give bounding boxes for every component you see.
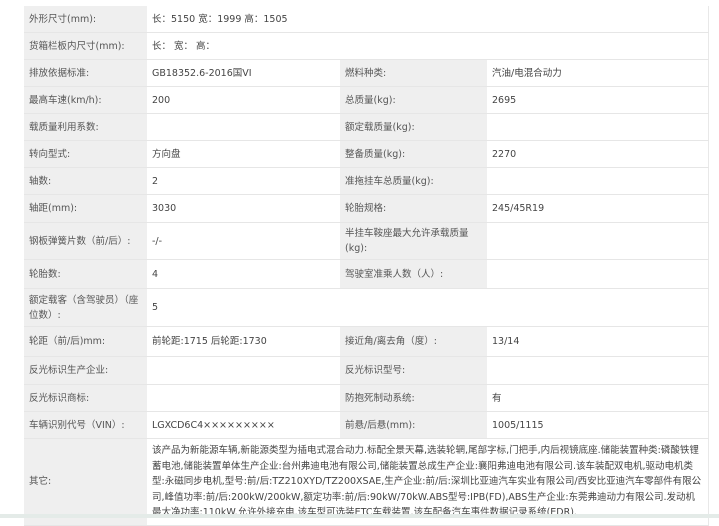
spec-label: 整备质量(kg): [340,140,487,168]
table-row: 反光标识生产企业: 反光标识型号: [24,356,709,385]
spec-value: 2 [147,167,340,195]
table-row: 车辆识别代号（VIN）: LGXCD6C4××××××××× 前悬/后悬(mm): 1… [24,411,709,439]
spec-label: 反光标识型号: [340,356,487,385]
table-row: 轮距（前/后)mm: 前轮距:1715 后轮距:1730 接近角/离去角（度）: 13… [24,326,709,357]
spec-label: 额定载客（含驾驶员）（座位数）: [24,288,147,327]
spec-label: 燃料种类: [340,59,487,87]
spec-label: 钢板弹簧片数（前/后）: [24,222,147,260]
spec-label: 轮距（前/后)mm: [24,326,147,357]
table-row: 其它: 该产品为新能源车辆,新能源类型为插电式混合动力.标配全景天幕,选装轮辋,尾… [24,438,709,526]
table-row: 反光标识商标: 防抱死制动系统: 有 [24,384,709,412]
spec-label: 最高车速(km/h): [24,86,147,114]
spec-value [487,356,709,385]
spec-label: 货箱栏板内尺寸(mm): [24,32,147,60]
spec-value: 汽油/电混合动力 [487,59,709,87]
spec-label: 轴距(mm): [24,194,147,223]
spec-value: 2270 [487,140,709,168]
spec-label: 外形尺寸(mm): [24,6,147,33]
table-row: 外形尺寸(mm): 长：5150 宽：1999 高：1505 [24,6,709,33]
spec-label: 前悬/后悬(mm): [340,411,487,439]
spec-value: 4 [147,259,340,289]
spec-label: 准拖挂车总质量(kg): [340,167,487,195]
spec-value: 1005/1115 [487,411,709,439]
spec-value: 200 [147,86,340,114]
spec-label: 防抱死制动系统: [340,384,487,412]
spec-value [487,167,709,195]
spec-value: 2695 [487,86,709,114]
spec-label: 轮胎数: [24,259,147,289]
spec-label: 反光标识生产企业: [24,356,147,385]
spec-value: 13/14 [487,326,709,357]
spec-label: 车辆识别代号（VIN）: [24,411,147,439]
spec-value: 3030 [147,194,340,223]
spec-label: 额定载质量(kg): [340,113,487,141]
spec-value [147,356,340,385]
spec-label: 排放依据标准: [24,59,147,87]
table-row: 额定载客（含驾驶员）（座位数）: 5 [24,288,709,327]
table-row: 轴数: 2 准拖挂车总质量(kg): [24,167,709,195]
spec-label: 载质量利用系数: [24,113,147,141]
spec-label: 轮胎规格: [340,194,487,223]
spec-label: 驾驶室准乘人数（人）: [340,259,487,289]
spec-label: 轴数: [24,167,147,195]
table-row: 轴距(mm): 3030 轮胎规格: 245/45R19 [24,194,709,223]
spec-value [487,113,709,141]
spec-value [487,259,709,289]
spec-value: -/- [147,222,340,260]
table-row: 转向型式: 方向盘 整备质量(kg): 2270 [24,140,709,168]
table-row: 货箱栏板内尺寸(mm): 长： 宽： 高： [24,32,709,60]
table-row: 载质量利用系数: 额定载质量(kg): [24,113,709,141]
spec-label: 反光标识商标: [24,384,147,412]
spec-value: 5 [147,288,709,327]
table-row: 钢板弹簧片数（前/后）: -/- 半挂车鞍座最大允许承载质量(kg): [24,222,709,260]
table-row: 最高车速(km/h): 200 总质量(kg): 2695 [24,86,709,114]
spec-label: 总质量(kg): [340,86,487,114]
spec-label: 其它: [24,438,147,526]
spec-label: 转向型式: [24,140,147,168]
spec-value: 245/45R19 [487,194,709,223]
spec-value: GB18352.6-2016国VI [147,59,340,87]
table-row: 轮胎数: 4 驾驶室准乘人数（人）: [24,259,709,289]
spec-value: 该产品为新能源车辆,新能源类型为插电式混合动力.标配全景天幕,选装轮辋,尾部字标… [147,438,709,526]
spec-value [147,384,340,412]
spec-value: 方向盘 [147,140,340,168]
bottom-band [0,514,719,518]
spec-value: 前轮距:1715 后轮距:1730 [147,326,340,357]
vehicle-spec-table: 外形尺寸(mm): 长：5150 宽：1999 高：1505 货箱栏板内尺寸(mm)… [24,6,709,526]
spec-value [487,222,709,260]
spec-value [147,113,340,141]
spec-label: 半挂车鞍座最大允许承载质量(kg): [340,222,487,260]
spec-value: 长： 宽： 高： [147,32,709,60]
spec-value: 长：5150 宽：1999 高：1505 [147,6,709,33]
table-row: 排放依据标准: GB18352.6-2016国VI 燃料种类: 汽油/电混合动力 [24,59,709,87]
spec-label: 接近角/离去角（度）: [340,326,487,357]
spec-value: 有 [487,384,709,412]
spec-value: LGXCD6C4××××××××× [147,411,340,439]
